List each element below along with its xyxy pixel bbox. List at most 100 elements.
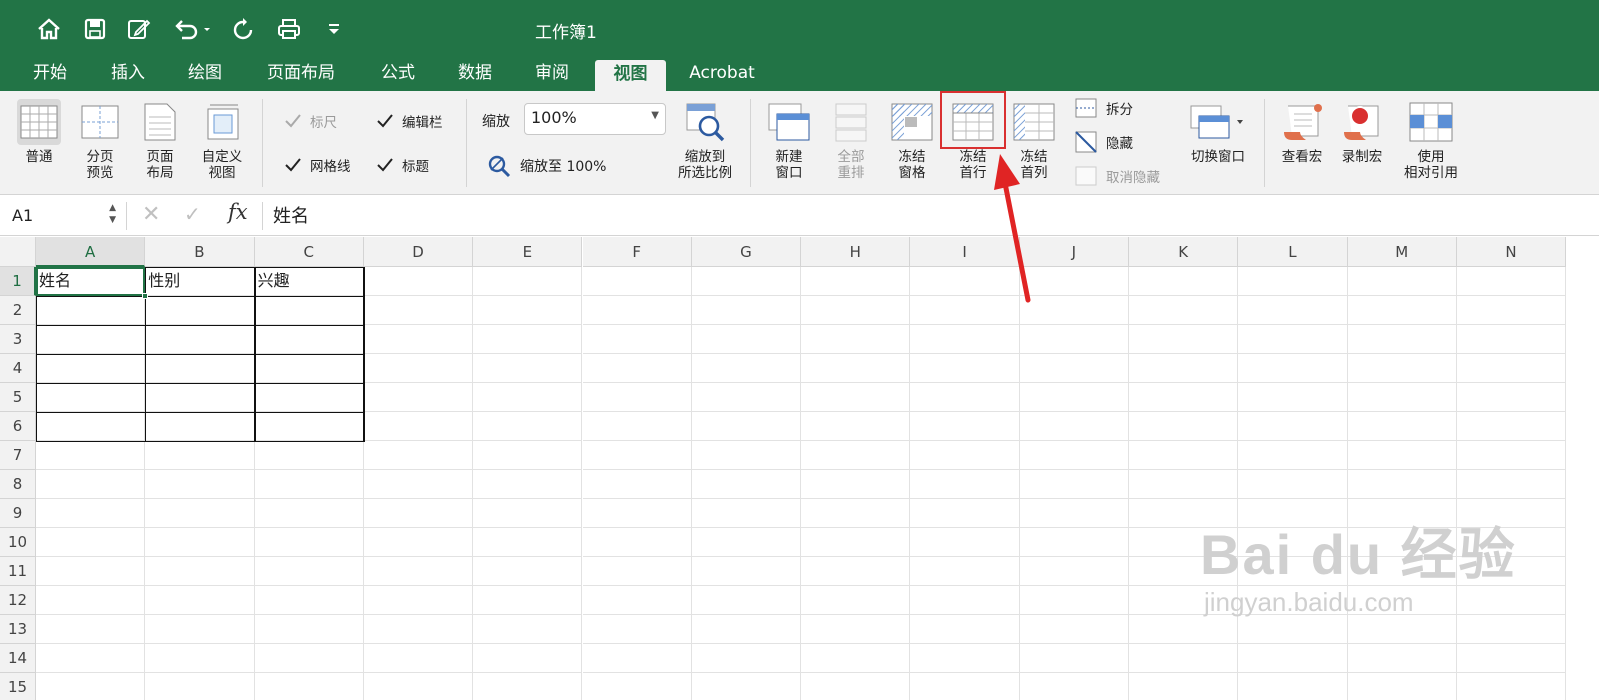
cell-e3[interactable] [473,325,583,354]
cell-g4[interactable] [691,354,802,383]
cell-f15[interactable] [583,673,692,700]
page-layout-view-button[interactable]: 页面 布局 [136,99,184,181]
cell-b11[interactable] [145,557,255,586]
cell-g2[interactable] [691,296,802,325]
cell-f3[interactable] [582,325,692,354]
cell-h3[interactable] [801,325,911,354]
cell-n2[interactable] [1456,296,1567,325]
cell-d8[interactable] [363,470,474,499]
row-header-4[interactable]: 4 [0,354,36,383]
zoom-to-selection-button[interactable]: 缩放到 所选比例 [672,99,738,181]
cell-i13[interactable] [910,615,1020,644]
cell-c7[interactable] [254,441,364,470]
cell-m3[interactable] [1347,325,1457,354]
row-header-5[interactable]: 5 [0,383,36,412]
cell-g15[interactable] [692,673,802,700]
cell-c5[interactable] [254,383,364,412]
cell-c15[interactable] [255,673,364,700]
cell-j7[interactable] [1019,441,1129,470]
cell-i14[interactable] [910,644,1020,673]
cell-a10[interactable] [36,528,146,557]
cell-a6[interactable] [36,412,146,441]
column-header-h[interactable]: H [801,237,911,267]
cell-i6[interactable] [910,412,1020,441]
cell-j6[interactable] [1019,412,1129,441]
checkmark-icon[interactable]: ✓ [184,202,201,226]
zoom-100-button[interactable]: 缩放至 100% [486,153,606,179]
cell-c4[interactable] [254,354,364,383]
cell-a12[interactable] [36,586,146,615]
column-header-c[interactable]: C [254,237,364,267]
cell-i8[interactable] [910,470,1020,499]
row-header-12[interactable]: 12 [0,586,36,615]
cell-i4[interactable] [910,354,1020,383]
spinner-icon[interactable]: ▲ ▼ [109,202,116,226]
cell-d13[interactable] [363,615,474,644]
cell-l7[interactable] [1238,441,1348,470]
row-header-13[interactable]: 13 [0,615,36,644]
custom-views-button[interactable]: 自定义 视图 [194,99,250,181]
cell-h15[interactable] [801,673,911,700]
cell-f7[interactable] [582,441,692,470]
cell-c12[interactable] [254,586,364,615]
cell-f13[interactable] [582,615,692,644]
cell-k6[interactable] [1129,412,1239,441]
switch-windows-button[interactable]: 切换窗口 [1180,99,1256,165]
tab-view[interactable]: 视图 [595,60,666,91]
cell-e8[interactable] [473,470,583,499]
row-header-14[interactable]: 14 [0,644,36,673]
select-all-corner[interactable] [0,237,36,267]
cell-h4[interactable] [801,354,911,383]
view-macros-button[interactable]: 查看宏 [1276,99,1328,165]
tab-review[interactable]: 审阅 [522,58,582,91]
cell-c2[interactable] [254,296,364,325]
tab-formulas[interactable]: 公式 [368,58,428,91]
column-header-d[interactable]: D [363,237,474,267]
cell-j3[interactable] [1019,325,1129,354]
cell-k4[interactable] [1129,354,1239,383]
cell-k8[interactable] [1129,470,1239,499]
tab-home[interactable]: 开始 [20,58,80,91]
cell-a7[interactable] [36,441,146,470]
normal-view-button[interactable]: 普通 [10,99,68,165]
cell-g11[interactable] [691,557,802,586]
cell-b3[interactable] [145,325,255,354]
cell-l13[interactable] [1238,615,1348,644]
cell-l8[interactable] [1238,470,1348,499]
cell-m1[interactable] [1347,267,1457,296]
column-header-e[interactable]: E [473,237,583,267]
row-header-6[interactable]: 6 [0,412,36,441]
row-header-9[interactable]: 9 [0,499,36,528]
cell-f4[interactable] [582,354,692,383]
cell-i9[interactable] [910,499,1020,528]
cell-b9[interactable] [145,499,255,528]
fill-handle[interactable] [142,293,149,299]
cell-c3[interactable] [254,325,364,354]
cell-c1[interactable]: 兴趣 [254,267,364,296]
cell-a2[interactable] [36,296,146,325]
arrange-all-button[interactable]: 全部 重排 [826,99,876,181]
cell-g9[interactable] [691,499,802,528]
cell-c13[interactable] [254,615,364,644]
new-window-button[interactable]: 新建 窗口 [764,99,814,181]
cell-l5[interactable] [1238,383,1348,412]
cell-d2[interactable] [363,296,474,325]
cell-j9[interactable] [1019,499,1129,528]
cell-d12[interactable] [363,586,474,615]
cell-d1[interactable] [363,267,474,296]
column-header-b[interactable]: B [145,237,255,267]
cell-n4[interactable] [1456,354,1567,383]
cell-g14[interactable] [691,644,802,673]
cell-b14[interactable] [145,644,255,673]
cell-b8[interactable] [145,470,255,499]
cell-h13[interactable] [801,615,911,644]
cell-h9[interactable] [801,499,911,528]
cell-j10[interactable] [1019,528,1129,557]
cell-f1[interactable] [582,267,692,296]
column-header-l[interactable]: L [1238,237,1348,267]
cell-a8[interactable] [36,470,146,499]
cell-a11[interactable] [36,557,146,586]
cell-d9[interactable] [363,499,474,528]
cell-c6[interactable] [254,412,364,441]
cell-c10[interactable] [254,528,364,557]
